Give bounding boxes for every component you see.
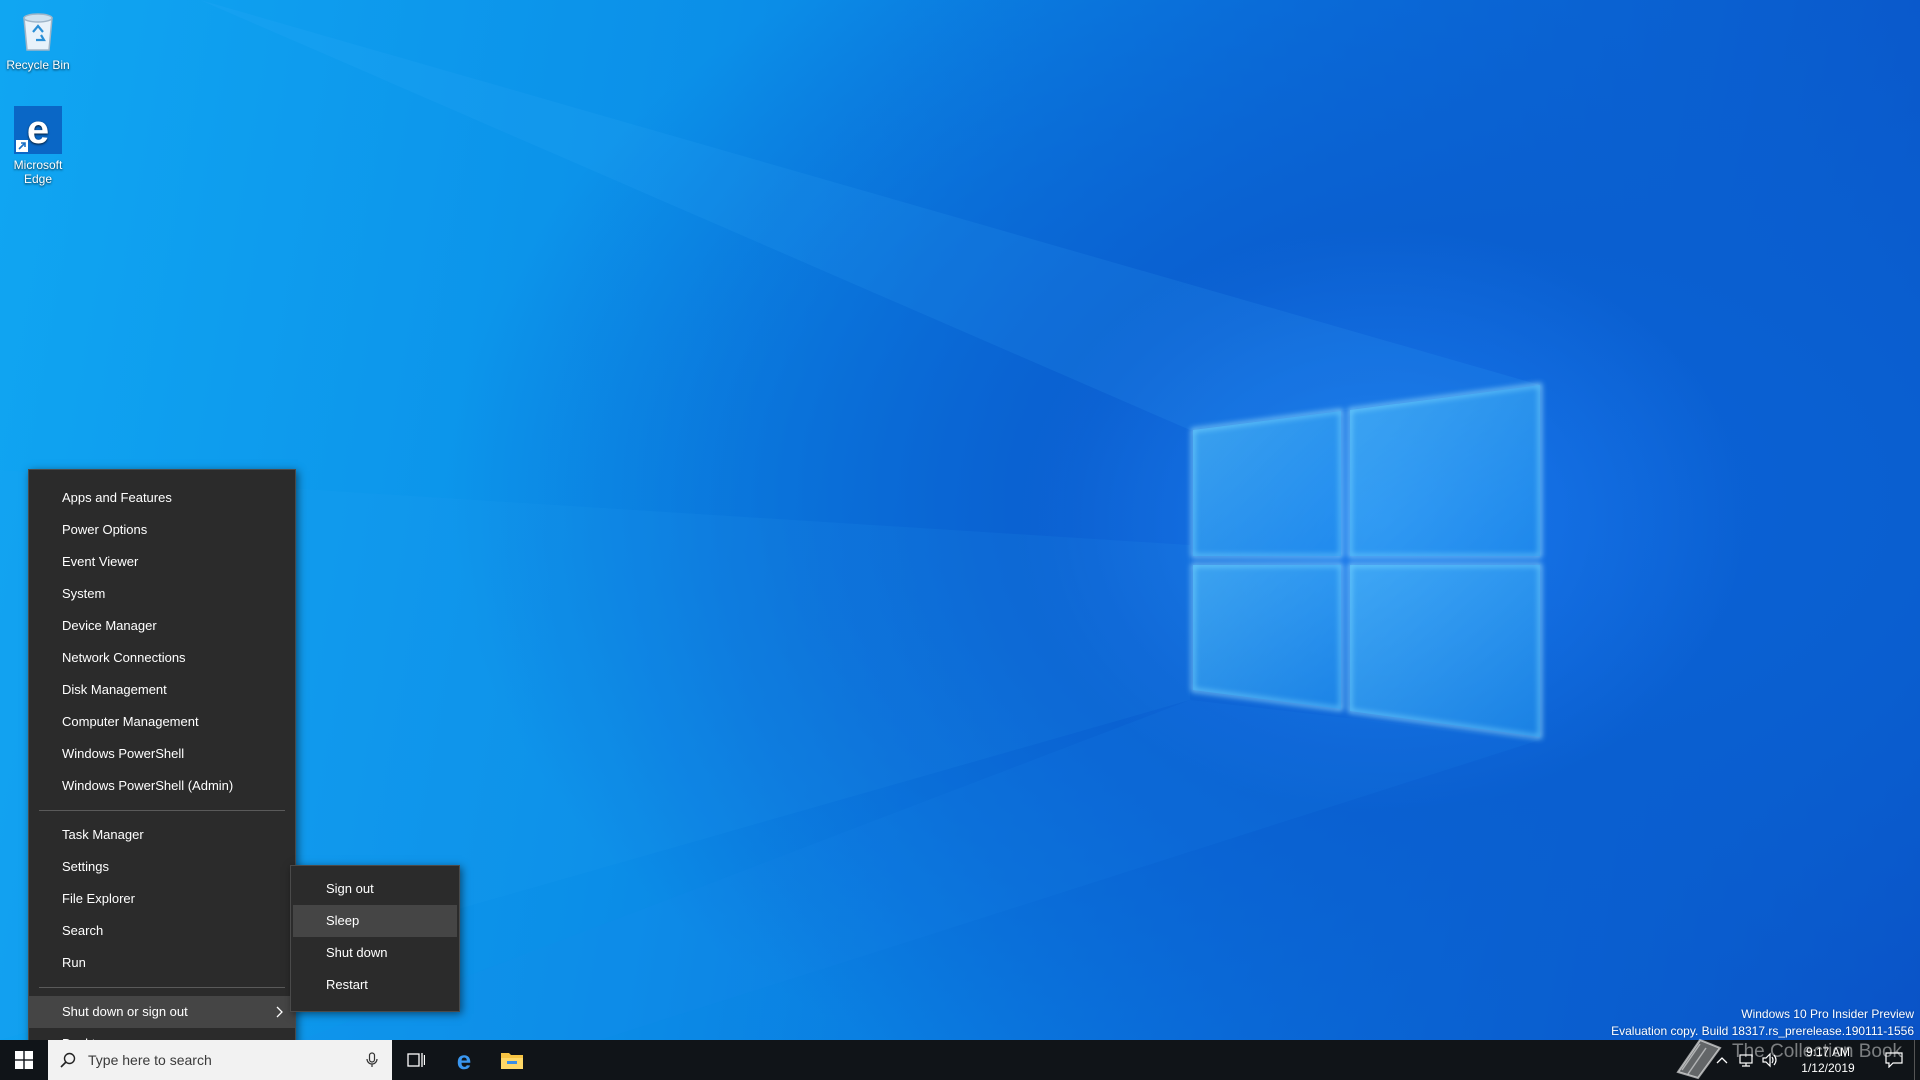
clock-time: 9:17 AM xyxy=(1805,1045,1851,1059)
menu-item-network-connections[interactable]: Network Connections xyxy=(29,642,295,674)
svg-text:e: e xyxy=(27,108,49,152)
folder-icon xyxy=(501,1053,523,1069)
speaker-icon xyxy=(1762,1052,1777,1068)
menu-item-task-manager[interactable]: Task Manager xyxy=(29,819,295,851)
taskbar-edge-button[interactable]: e xyxy=(440,1040,488,1080)
edge-icon: e xyxy=(457,1048,471,1072)
task-view-icon xyxy=(407,1053,425,1067)
menu-item-shut-down-or-sign-out[interactable]: Shut down or sign out xyxy=(29,996,295,1028)
notification-icon xyxy=(1885,1052,1903,1068)
menu-item-label: Shut down or sign out xyxy=(62,1004,188,1019)
system-tray: 9:17 AM 1/12/2019 xyxy=(1710,1040,1920,1080)
winx-power-user-menu: Apps and Features Power Options Event Vi… xyxy=(28,469,296,1051)
taskbar: Type here to search e 9:17 AM 1/12/2019 xyxy=(0,1040,1920,1080)
shutdown-submenu: Sign out Sleep Shut down Restart xyxy=(290,865,460,1012)
evaluation-watermark: Windows 10 Pro Insider Preview Evaluatio… xyxy=(1611,1006,1914,1040)
svg-text:e: e xyxy=(457,1048,471,1072)
menu-item-system[interactable]: System xyxy=(29,578,295,610)
desktop-icon-microsoft-edge[interactable]: e Microsoft Edge xyxy=(0,106,76,186)
submenu-item-restart[interactable]: Restart xyxy=(291,969,459,1001)
menu-item-windows-powershell-admin[interactable]: Windows PowerShell (Admin) xyxy=(29,770,295,802)
taskbar-file-explorer-button[interactable] xyxy=(488,1040,536,1080)
menu-item-run[interactable]: Run xyxy=(29,947,295,979)
submenu-item-sign-out[interactable]: Sign out xyxy=(291,873,459,905)
menu-item-settings[interactable]: Settings xyxy=(29,851,295,883)
desktop-icon-label: Microsoft Edge xyxy=(13,158,63,186)
action-center-button[interactable] xyxy=(1874,1040,1914,1080)
menu-item-computer-management[interactable]: Computer Management xyxy=(29,706,295,738)
submenu-item-shut-down[interactable]: Shut down xyxy=(291,937,459,969)
edge-icon: e xyxy=(14,106,62,154)
desktop-icon-recycle-bin[interactable]: Recycle Bin xyxy=(0,6,76,72)
menu-item-apps-and-features[interactable]: Apps and Features xyxy=(29,482,295,514)
start-button[interactable] xyxy=(0,1040,48,1080)
watermark-build: Evaluation copy. Build 18317.rs_prerelea… xyxy=(1611,1024,1914,1038)
submenu-item-sleep[interactable]: Sleep xyxy=(293,905,457,937)
recycle-bin-icon xyxy=(14,6,62,54)
volume-button[interactable] xyxy=(1758,1040,1782,1080)
network-button[interactable] xyxy=(1734,1040,1758,1080)
taskbar-clock[interactable]: 9:17 AM 1/12/2019 xyxy=(1788,1044,1868,1076)
menu-item-windows-powershell[interactable]: Windows PowerShell xyxy=(29,738,295,770)
network-icon xyxy=(1739,1054,1753,1067)
show-desktop-button[interactable] xyxy=(1914,1040,1920,1080)
menu-item-disk-management[interactable]: Disk Management xyxy=(29,674,295,706)
desktop-icon-label: Recycle Bin xyxy=(6,58,70,72)
search-placeholder: Type here to search xyxy=(88,1052,212,1068)
task-view-button[interactable] xyxy=(392,1040,440,1080)
microphone-icon[interactable] xyxy=(352,1052,392,1068)
chevron-right-icon xyxy=(276,1006,283,1018)
menu-item-device-manager[interactable]: Device Manager xyxy=(29,610,295,642)
chevron-up-icon xyxy=(1716,1057,1728,1064)
menu-item-file-explorer[interactable]: File Explorer xyxy=(29,883,295,915)
taskbar-search-box[interactable]: Type here to search xyxy=(48,1040,392,1080)
show-hidden-icons-button[interactable] xyxy=(1710,1040,1734,1080)
clock-date: 1/12/2019 xyxy=(1801,1061,1855,1075)
watermark-edition: Windows 10 Pro Insider Preview xyxy=(1741,1007,1914,1021)
menu-separator xyxy=(39,810,285,811)
menu-separator xyxy=(39,987,285,988)
menu-item-event-viewer[interactable]: Event Viewer xyxy=(29,546,295,578)
menu-item-power-options[interactable]: Power Options xyxy=(29,514,295,546)
windows-logo-icon xyxy=(15,1051,33,1069)
menu-item-search[interactable]: Search xyxy=(29,915,295,947)
search-icon xyxy=(48,1052,88,1068)
